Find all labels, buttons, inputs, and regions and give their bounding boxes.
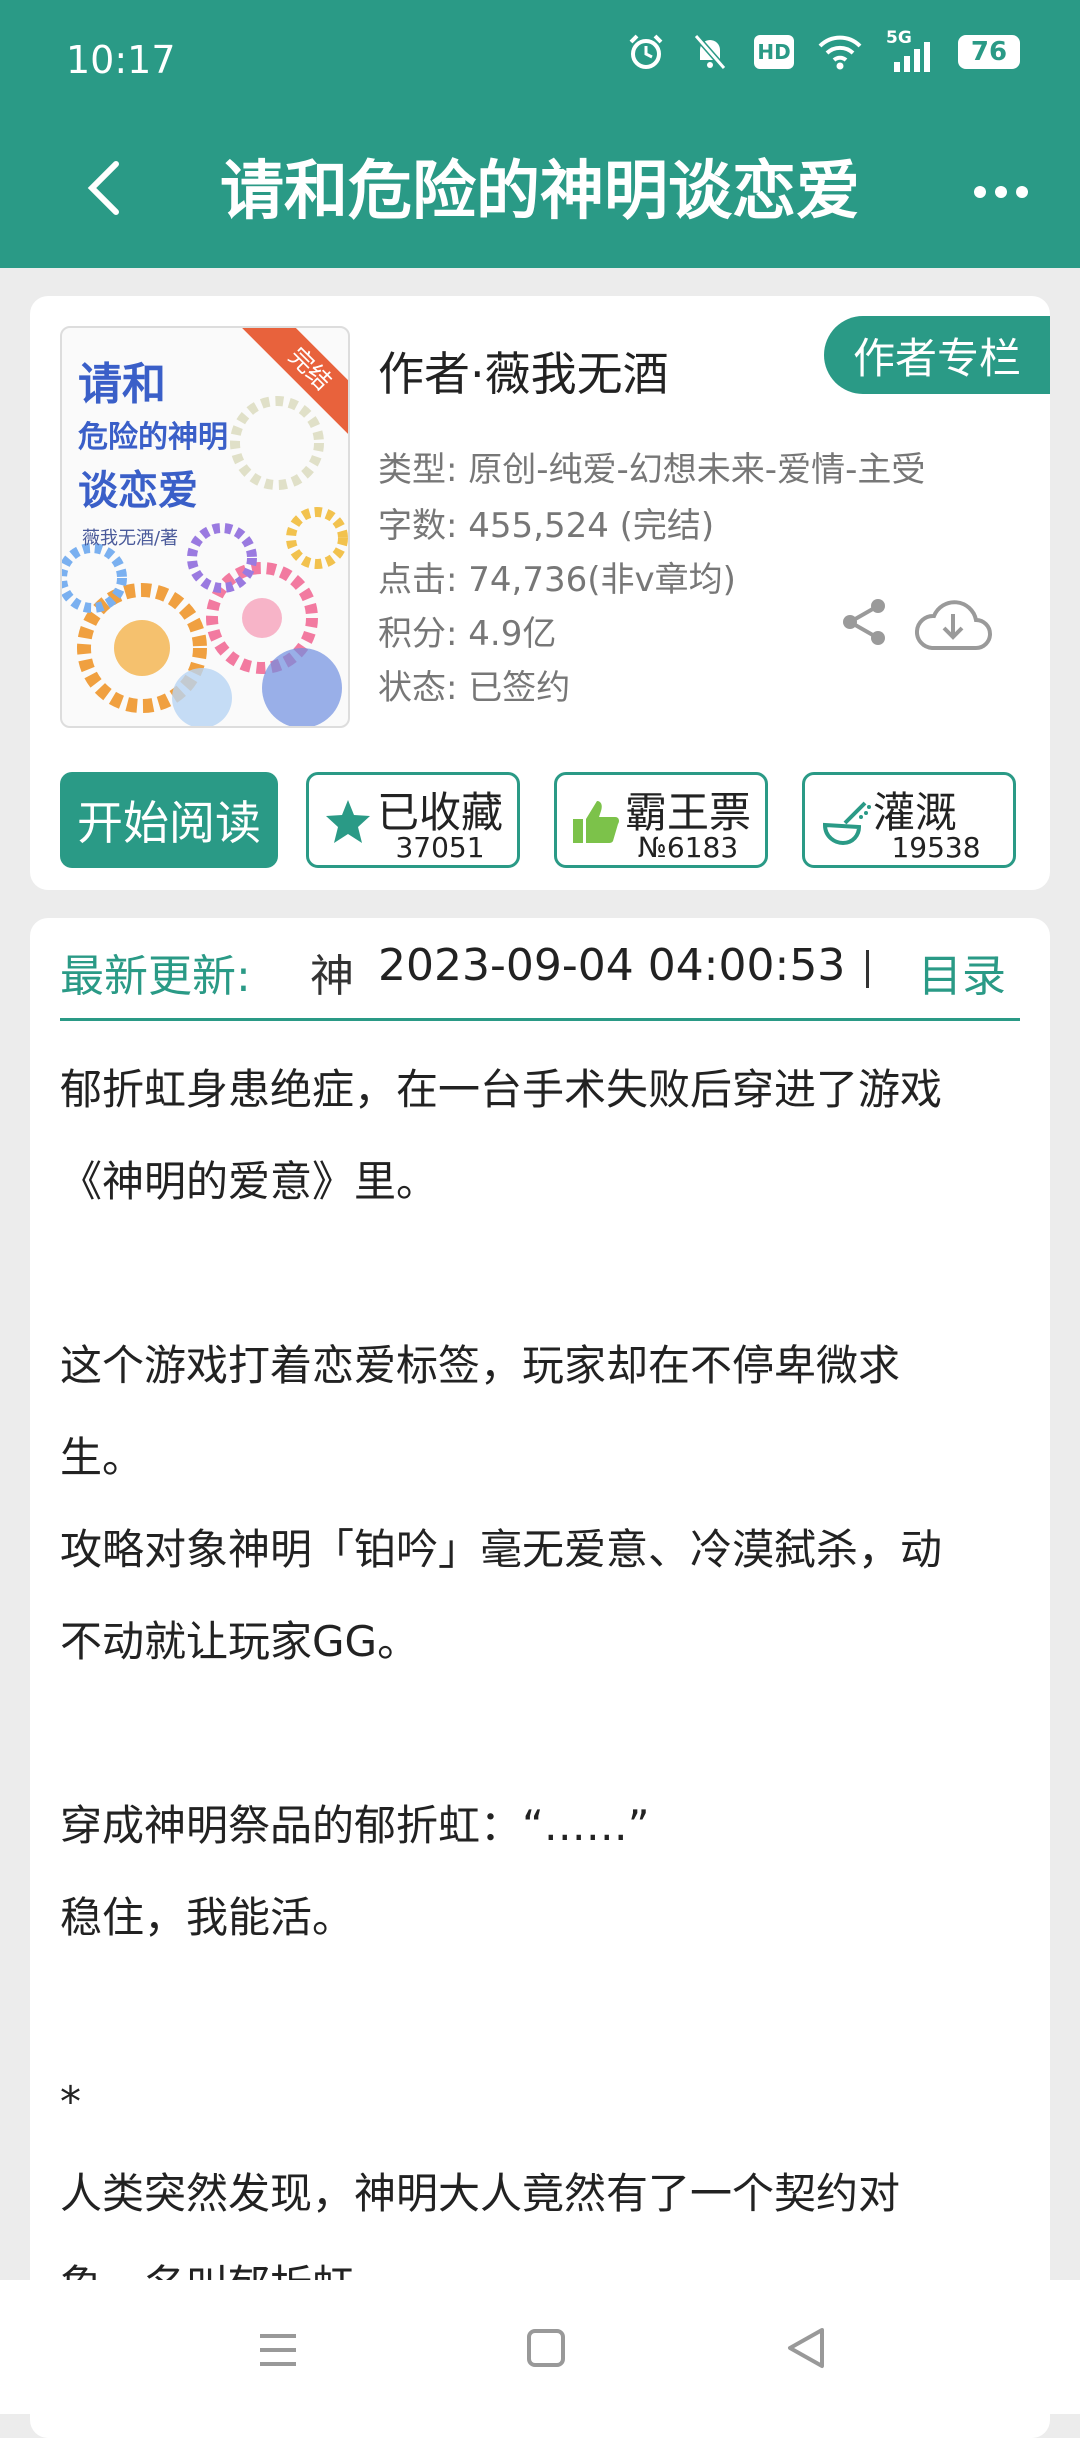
book-synopsis: 郁折虹身患绝症，在一台手术失败后穿进了游戏 《神明的爱意》里。这个游戏打着恋爱标签… [60,1044,1030,2332]
collect-button[interactable]: 已收藏 37051 [306,772,520,868]
share-icon[interactable] [838,596,890,648]
wifi-icon [818,35,862,70]
book-cover[interactable]: 请和 危险的神明 谈恋爱 薇我无酒/著 完结 [60,326,350,728]
ticket-button[interactable]: 霸王票 №6183 [554,772,768,868]
home-icon[interactable] [526,2328,566,2368]
synopsis-line: * [60,2077,81,2126]
meta-type: 类型: 原创-纯爱-幻想未来-爱情-主受 [378,450,926,490]
author-column-button[interactable]: 作者专栏 [824,316,1050,394]
menu-icon[interactable] [258,2332,298,2368]
star-icon [326,800,370,843]
back-triangle-icon[interactable] [786,2326,826,2370]
start-reading-button[interactable]: 开始阅读 [60,772,278,868]
hd-icon: HD [754,35,794,69]
synopsis-line [60,1688,1030,1780]
divider [866,950,869,988]
system-nav-bar [0,2280,1080,2414]
mute-icon [693,34,727,70]
meta-score: 积分: 4.9亿 [378,614,557,654]
synopsis-line: 郁折虹身患绝症，在一台手术失败后穿进了游戏 [60,1065,943,1114]
synopsis-line: 人类突然发现，神明大人竟然有了一个契约对 [60,2169,901,2218]
synopsis-line: 这个游戏打着恋爱标签，玩家却在不停卑微求 [60,1341,901,1390]
cover-author-mark: 薇我无酒/著 [82,528,179,549]
table-of-contents-link[interactable]: 目录 [918,940,1006,1004]
author-name[interactable]: 作者·薇我无酒 [378,338,669,404]
book-info-card: 请和 危险的神明 谈恋爱 薇我无酒/著 完结 作者·薇我无酒 作者专栏 类型: … [30,296,1050,890]
more-dots-icon[interactable] [974,186,1028,198]
meta-words: 字数: 455,524 (完结) [378,506,715,546]
synopsis-line: 《神明的爱意》里。 [60,1157,439,1206]
synopsis-line: 不动就让玩家GG。 [60,1617,420,1666]
latest-chapter-title[interactable]: 神 [310,940,354,1004]
status-time: 10:17 [66,38,176,82]
water-button[interactable]: 灌溉 19538 [802,772,1016,868]
page-title: 请和危险的神明谈恋爱 [220,155,860,229]
cover-title-line3: 谈恋爱 [78,467,198,514]
signal-icon: 5G [886,28,934,72]
alarm-icon [629,34,663,69]
app-header: 10:17 HD 5G 76 请和危险的神明谈恋爱 [0,0,1080,268]
collect-count: 37051 [395,831,485,864]
status-icons: HD 5G 76 [626,28,1020,72]
cloud-download-icon[interactable] [912,596,994,652]
thumbs-up-icon [573,801,619,843]
synopsis-line [60,1228,1030,1320]
synopsis-line: 攻略对象神明「铂吟」毫无爱意、冷漠弑杀，动 [60,1525,943,1574]
synopsis-line [60,1964,1030,2056]
cover-title-line2: 危险的神明 [78,420,228,455]
synopsis-card: 最新更新: 神 2023-09-04 04:00:53 目录 郁折虹身患绝症，在… [30,918,1050,2438]
back-chevron-icon[interactable] [80,158,130,218]
meta-status: 状态: 已签约 [378,668,571,708]
cover-title-line1: 请和 [78,359,166,410]
synopsis-line: 稳住，我能活。 [60,1893,355,1942]
divider-line [60,1018,1020,1021]
ticket-count: №6183 [637,831,739,864]
water-count: 19538 [891,831,981,864]
battery-level: 76 [970,37,1008,67]
hd-label: HD [757,40,791,64]
meta-clicks: 点击: 74,736(非v章均) [378,560,736,600]
synopsis-line: 生。 [60,1433,145,1482]
latest-update-label: 最新更新: [60,951,251,1002]
battery-icon: 76 [958,35,1020,69]
latest-update-date: 2023-09-04 04:00:53 [378,940,846,991]
synopsis-line: 穿成神明祭品的郁折虹：“……” [60,1801,650,1850]
